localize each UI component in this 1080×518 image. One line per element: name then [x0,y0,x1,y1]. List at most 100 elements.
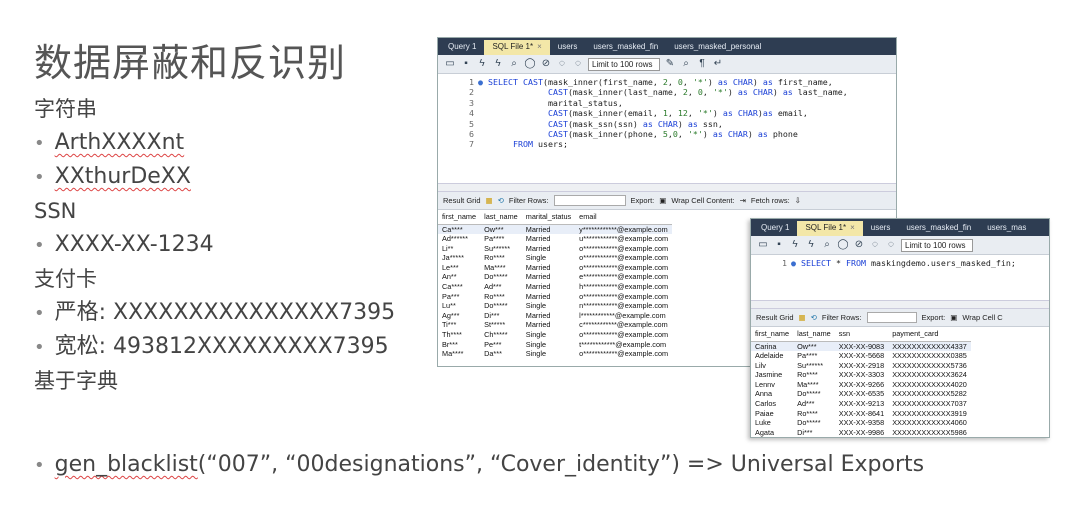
editor-scrollbar[interactable] [751,300,1049,309]
commit-icon[interactable]: ◌ [869,239,881,251]
table-row[interactable]: Lu** Do***** Single n************@example.c… [438,301,672,311]
refresh-icon[interactable]: ⟲ [811,313,817,322]
close-tab-icon[interactable]: × [537,42,542,51]
column-header[interactable]: last_name [793,327,835,342]
table-row[interactable]: Paiae Ro**** XXX-XX-8641 XXXXXXXXXXXX3919 [751,409,971,419]
export-icon[interactable]: ▣ [659,196,666,205]
filter-rows-label: Filter Rows: [508,196,549,205]
refresh-icon[interactable]: ⟲ [498,196,504,205]
result-grid-label[interactable]: Result Grid [756,313,794,322]
table-row[interactable]: Ag*** Di*** Married l************@example.c… [438,311,672,321]
sql-code: CAST(mask_inner(phone, 5,0, '*') as CHAR… [547,129,798,140]
stop-icon[interactable]: ◯ [837,239,849,251]
explain-icon[interactable]: ⌕ [821,239,833,251]
table-row[interactable]: Le*** Ma**** Married o************@example.… [438,263,672,273]
sql-editor-second[interactable]: 1 ● SELECT * FROM maskingdemo.users_masked… [751,255,1049,300]
table-cell: Do***** [797,389,821,399]
grid-icon[interactable]: ▦ [486,196,493,205]
table-row[interactable]: Ad****** Pa**** Married u************@examp… [438,234,672,244]
find-icon[interactable]: ⌕ [680,58,692,70]
commit-icon[interactable]: ◌ [556,58,568,70]
table-cell: Pa**** [484,234,505,244]
table-row[interactable]: Adelaide Pa**** XXX-XX-5668 XXXXXXXXXXXX038… [751,351,971,361]
tab-query-1[interactable]: Query 1 [440,40,484,55]
table-row[interactable]: Ca**** Ad*** Married h************@example.… [438,282,672,292]
table-row[interactable]: Anna Do***** XXX-XX-6535 XXXXXXXXXXXX5282 [751,389,971,399]
table-row[interactable]: Carina Ow*** XXX-XX-9083 XXXXXXXXXXXX4337 [751,341,971,352]
section-heading: 基于字典 [34,364,395,398]
wrap-icon[interactable]: ↵ [712,58,724,70]
tab-query-1[interactable]: Query 1 [753,221,797,236]
table-row[interactable]: Ti*** St***** Married c************@example… [438,320,672,330]
tab-users-mas[interactable]: users_mas [979,221,1034,236]
table-row[interactable]: Jasmine Ro**** XXX-XX-3303 XXXXXXXXXXXX3624 [751,370,971,380]
explain-icon[interactable]: ⌕ [508,58,520,70]
table-cell: Anna [755,389,773,399]
editor-scrollbar[interactable] [438,183,896,192]
table-cell: Married [525,320,551,330]
table-row[interactable]: Ma**** Da*** Single o************@example.c… [438,349,672,359]
execute-current-icon[interactable]: ϟ [805,239,817,251]
table-row[interactable]: An** Do***** Married e************@example.… [438,272,672,282]
beautify-icon[interactable]: ✎ [664,58,676,70]
limit-rows-select[interactable]: Limit to 100 rows [901,238,973,252]
bullet-text: SSN [34,199,77,223]
toggle-error-icon[interactable]: ⊘ [853,239,865,251]
fetch-rows-icon[interactable]: ⇩ [795,196,801,205]
stop-icon[interactable]: ◯ [524,58,536,70]
column-header[interactable]: marital_status [521,210,576,225]
tab-users[interactable]: users [550,40,586,55]
result-grid-main[interactable]: first_name last_name marital_status email C… [438,210,673,359]
close-tab-icon[interactable]: × [850,223,855,232]
table-cell: Ro**** [484,253,505,263]
tab-label: users_masked_fin [906,223,972,232]
sql-code: CAST(mask_inner(email, 1, 12, '*') as CH… [547,108,808,119]
table-row[interactable]: Th**** Ch***** Single o************@example… [438,330,672,340]
open-folder-icon[interactable]: ▭ [757,239,769,251]
execute-icon[interactable]: ϟ [476,58,488,70]
tab-users-masked-personal[interactable]: users_masked_personal [666,40,769,55]
rollback-icon[interactable]: ◌ [572,58,584,70]
invisible-chars-icon[interactable]: ¶ [696,58,708,70]
column-header[interactable]: email [575,210,673,225]
table-row[interactable]: Lennv Ma**** XXX-XX-9266 XXXXXXXXXXXX4020 [751,380,971,390]
grid-icon[interactable]: ▦ [799,313,806,322]
save-icon[interactable]: ▪ [773,239,785,251]
column-header[interactable]: last_name [480,210,522,225]
export-icon[interactable]: ▣ [950,313,957,322]
tab-sql-file-1[interactable]: SQL File 1* × [797,221,863,236]
table-cell: Ow*** [793,341,835,352]
wrap-cell-icon[interactable]: ⇥ [740,196,746,205]
sql-editor-main[interactable]: 1 ● SELECT CAST(mask_inner(first_name, 2, … [438,74,896,183]
table-row[interactable]: Li** Su****** Married o************@example… [438,244,672,254]
execute-icon[interactable]: ϟ [789,239,801,251]
toggle-error-icon[interactable]: ⊘ [540,58,552,70]
table-row[interactable]: Luke Do***** XXX-XX-9358 XXXXXXXXXXXX4060 [751,418,971,428]
save-icon[interactable]: ▪ [460,58,472,70]
result-grid-label[interactable]: Result Grid [443,196,481,205]
tab-users-masked-fin[interactable]: users_masked_fin [898,221,979,236]
code-line: 1 ● SELECT * FROM maskingdemo.users_masked… [751,258,1049,268]
open-folder-icon[interactable]: ▭ [444,58,456,70]
execute-current-icon[interactable]: ϟ [492,58,504,70]
table-row[interactable]: Lilv Su****** XXX-XX-2918 XXXXXXXXXXXX5736 [751,361,971,371]
tab-users-masked-fin[interactable]: users_masked_fin [585,40,666,55]
filter-rows-input[interactable] [553,195,626,206]
filter-rows-input[interactable] [866,312,917,323]
column-header[interactable]: first_name [438,210,481,225]
tab-users[interactable]: users [863,221,899,236]
table-row[interactable]: Ja***** Ro**** Single o************@example… [438,253,672,263]
table-row[interactable]: Br*** Pe*** Single t************@example.co… [438,340,672,350]
column-header[interactable]: first_name [751,327,794,342]
table-row[interactable]: Pa*** Ro**** Married o************@example.… [438,292,672,302]
column-header[interactable]: payment_card [888,327,971,342]
sql-toolbar: ▭ ▪ ϟ ϟ ⌕ ◯ ⊘ ◌ ◌ Limit to 100 rows ✎ ⌕ … [438,55,896,74]
result-grid-second[interactable]: first_name last_name ssn payment_card Carin… [751,327,971,437]
limit-rows-select[interactable]: Limit to 100 rows [588,57,660,71]
tab-sql-file-1[interactable]: SQL File 1* × [484,40,550,55]
rollback-icon[interactable]: ◌ [885,239,897,251]
table-row[interactable]: Carlos Ad*** XXX-XX-9213 XXXXXXXXXXXX7037 [751,399,971,409]
column-header[interactable]: ssn [834,327,889,342]
table-row[interactable]: Agata Di*** XXX-XX-9986 XXXXXXXXXXXX5986 [751,428,971,437]
table-row[interactable]: Ca**** Ow*** Married y************@example.… [438,224,673,235]
